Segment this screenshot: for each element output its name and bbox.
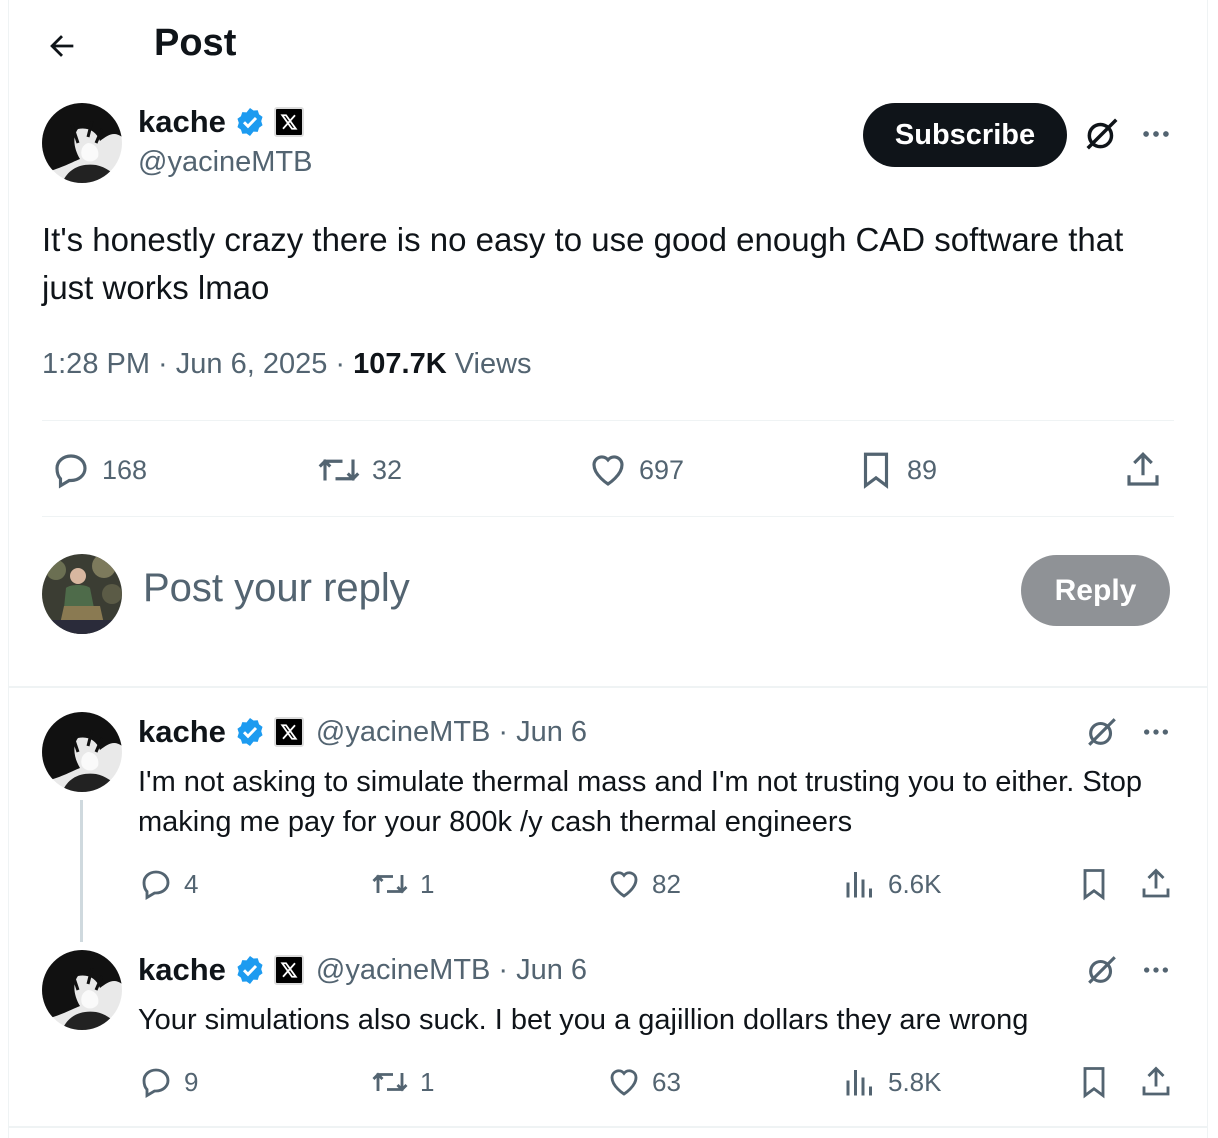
more-icon — [1144, 967, 1168, 973]
reply-header: kache @yacineMTB · Jun 6 — [138, 714, 587, 750]
grok-button[interactable] — [1080, 112, 1124, 156]
author-handle-row: @yacineMTB — [138, 146, 312, 179]
like-count: 82 — [652, 868, 681, 899]
reply-date[interactable]: · Jun 6 — [498, 716, 587, 749]
reply-icon — [142, 1068, 170, 1099]
reply-header: kache @yacineMTB · Jun 6 — [138, 952, 587, 988]
reply-author-name[interactable]: kache — [138, 714, 226, 750]
divider — [42, 516, 1174, 517]
back-button[interactable] — [40, 24, 84, 68]
repost-action[interactable]: 1 — [370, 866, 434, 902]
verified-badge-icon — [237, 718, 263, 746]
more-icon — [1144, 729, 1168, 735]
reply-count: 168 — [102, 454, 148, 485]
views-count: 107.7K — [353, 348, 447, 380]
repost-count: 1 — [420, 868, 435, 899]
user-avatar[interactable] — [42, 554, 122, 634]
reply-action[interactable]: 9 — [138, 1064, 198, 1100]
more-button[interactable] — [1134, 112, 1178, 156]
x-affiliate-icon[interactable] — [273, 955, 304, 985]
more-icon — [1143, 131, 1169, 137]
views-label: Views — [446, 348, 532, 380]
author-avatar[interactable] — [42, 103, 122, 183]
x-affiliate-icon[interactable] — [273, 107, 304, 137]
repost-count: 32 — [372, 454, 403, 485]
views-icon — [846, 872, 872, 898]
reply-icon — [142, 870, 170, 901]
reply-author-name[interactable]: kache — [138, 952, 226, 988]
bookmark-icon — [863, 452, 889, 489]
repost-icon — [372, 1072, 408, 1092]
share-icon — [1127, 452, 1159, 486]
thread-line — [80, 800, 83, 942]
reply-input[interactable]: Post your reply — [143, 566, 410, 611]
reply-text: I'm not asking to simulate thermal mass … — [138, 766, 1142, 838]
share-icon — [1142, 1066, 1170, 1096]
reply-text: Your simulations also suck. I bet you a … — [138, 1004, 1029, 1036]
repost-action[interactable]: 1 — [370, 1064, 434, 1100]
author-name[interactable]: kache — [138, 104, 226, 140]
back-arrow-icon — [50, 35, 74, 57]
bookmark-action[interactable] — [1076, 866, 1112, 902]
reply-author-handle[interactable]: @yacineMTB — [316, 954, 490, 987]
bookmark-icon — [1083, 1067, 1105, 1099]
views-action[interactable]: 6.6K — [842, 866, 942, 902]
like-count: 697 — [639, 454, 685, 485]
like-icon — [610, 871, 638, 898]
reply-date[interactable]: · Jun 6 — [498, 954, 587, 987]
author-handle[interactable]: @yacineMTB — [138, 146, 312, 179]
views-count: 6.6K — [888, 868, 942, 899]
repost-icon — [318, 459, 360, 481]
views-count: 5.8K — [888, 1066, 942, 1097]
bookmark-action[interactable]: 89 — [855, 449, 937, 491]
repost-action[interactable]: 32 — [316, 449, 402, 491]
grok-icon — [1088, 718, 1116, 746]
section-divider — [8, 686, 1208, 688]
more-button[interactable] — [1136, 712, 1176, 752]
reply-count: 9 — [184, 1066, 199, 1097]
reply-avatar[interactable] — [42, 950, 122, 1030]
page-title: Post — [154, 22, 237, 64]
share-action[interactable] — [1138, 1064, 1174, 1100]
grok-button[interactable] — [1082, 712, 1122, 752]
grok-icon — [1088, 956, 1116, 984]
reply-author-handle[interactable]: @yacineMTB — [316, 716, 490, 749]
reply-icon — [55, 454, 87, 489]
like-action[interactable]: 697 — [587, 449, 684, 491]
reply-action[interactable]: 4 — [138, 866, 198, 902]
repost-icon — [372, 874, 408, 894]
author-name-row: kache — [138, 104, 304, 140]
x-affiliate-icon[interactable] — [273, 717, 304, 747]
verified-badge-icon — [237, 956, 263, 984]
bookmark-action[interactable] — [1076, 1064, 1112, 1100]
grok-button[interactable] — [1082, 950, 1122, 990]
repost-count: 1 — [420, 1066, 435, 1097]
post-text: It's honestly crazy there is no easy to … — [42, 221, 1124, 306]
post-time[interactable]: 1:28 PM · Jun 6, 2025 · — [42, 348, 353, 380]
like-action[interactable]: 63 — [606, 1064, 681, 1100]
more-button[interactable] — [1136, 950, 1176, 990]
like-icon — [592, 455, 624, 486]
views-icon — [846, 1070, 872, 1096]
like-icon — [610, 1069, 638, 1096]
views-action[interactable]: 5.8K — [842, 1064, 942, 1100]
reply-avatar[interactable] — [42, 712, 122, 792]
share-icon — [1142, 868, 1170, 898]
grok-icon — [1086, 118, 1118, 150]
like-action[interactable]: 82 — [606, 866, 681, 902]
post-meta: 1:28 PM · Jun 6, 2025 · 107.7K Views — [42, 348, 532, 381]
like-count: 63 — [652, 1066, 681, 1097]
verified-badge-icon — [237, 108, 263, 136]
share-action[interactable] — [1122, 449, 1164, 491]
reply-button[interactable]: Reply — [1021, 555, 1170, 626]
bookmark-count: 89 — [907, 454, 938, 485]
section-divider — [8, 1126, 1208, 1128]
divider — [42, 420, 1174, 421]
bookmark-icon — [1083, 869, 1105, 901]
share-action[interactable] — [1138, 866, 1174, 902]
reply-count: 4 — [184, 868, 199, 899]
reply-action[interactable]: 168 — [50, 449, 147, 491]
subscribe-button[interactable]: Subscribe — [863, 103, 1067, 167]
